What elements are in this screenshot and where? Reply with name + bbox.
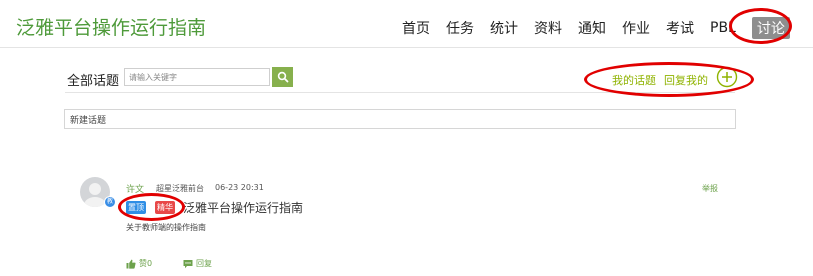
all-topics-label: 全部话题 <box>67 74 120 89</box>
search-icon <box>277 71 288 83</box>
comment-icon <box>183 259 193 268</box>
replies-to-me-link[interactable]: 回复我的 <box>664 72 708 88</box>
nav-notices[interactable]: 通知 <box>578 18 606 38</box>
featured-tag: 精华 <box>155 201 175 214</box>
plus-circle-icon <box>716 66 738 88</box>
nav-exams[interactable]: 考试 <box>666 18 694 38</box>
pinned-tag: 置顶 <box>126 201 146 214</box>
search-input[interactable] <box>124 68 270 86</box>
report-link[interactable]: 举报 <box>702 183 718 194</box>
reply-button[interactable]: 回复 <box>183 258 212 269</box>
like-button[interactable]: 赞0 <box>126 258 152 269</box>
toolbar-divider <box>65 92 735 93</box>
nav-discussion[interactable]: 讨论 <box>751 17 790 39</box>
site-title: 泛雅平台操作运行指南 <box>16 17 207 39</box>
thumbs-up-icon <box>126 259 136 269</box>
nav-statistics[interactable]: 统计 <box>490 18 518 38</box>
nav-resources[interactable]: 资料 <box>534 18 562 38</box>
nav-tasks[interactable]: 任务 <box>446 18 474 38</box>
reply-label: 回复 <box>196 259 212 268</box>
new-topic-input[interactable]: 新建话题 <box>64 109 736 129</box>
add-topic-button[interactable] <box>716 66 738 92</box>
post-source: 超星泛雅前台 <box>156 184 204 193</box>
my-topics-link[interactable]: 我的话题 <box>612 72 656 88</box>
nav-home[interactable]: 首页 <box>402 18 430 38</box>
post-summary: 关于教师端的操作指南 <box>126 223 206 232</box>
nav-homework[interactable]: 作业 <box>622 18 650 38</box>
nav-pbl[interactable]: PBL <box>710 20 736 36</box>
header-divider <box>0 47 813 48</box>
top-nav: 首页 任务 统计 资料 通知 作业 考试 PBL 讨论 <box>402 17 790 39</box>
post-title[interactable]: 泛雅平台操作运行指南 <box>183 199 303 216</box>
like-count: 赞0 <box>139 259 153 268</box>
search-button[interactable] <box>272 67 293 87</box>
post-time: 06-23 20:31 <box>215 183 264 192</box>
author-name[interactable]: 许文 <box>126 182 144 195</box>
teacher-badge: 教 <box>104 196 116 208</box>
